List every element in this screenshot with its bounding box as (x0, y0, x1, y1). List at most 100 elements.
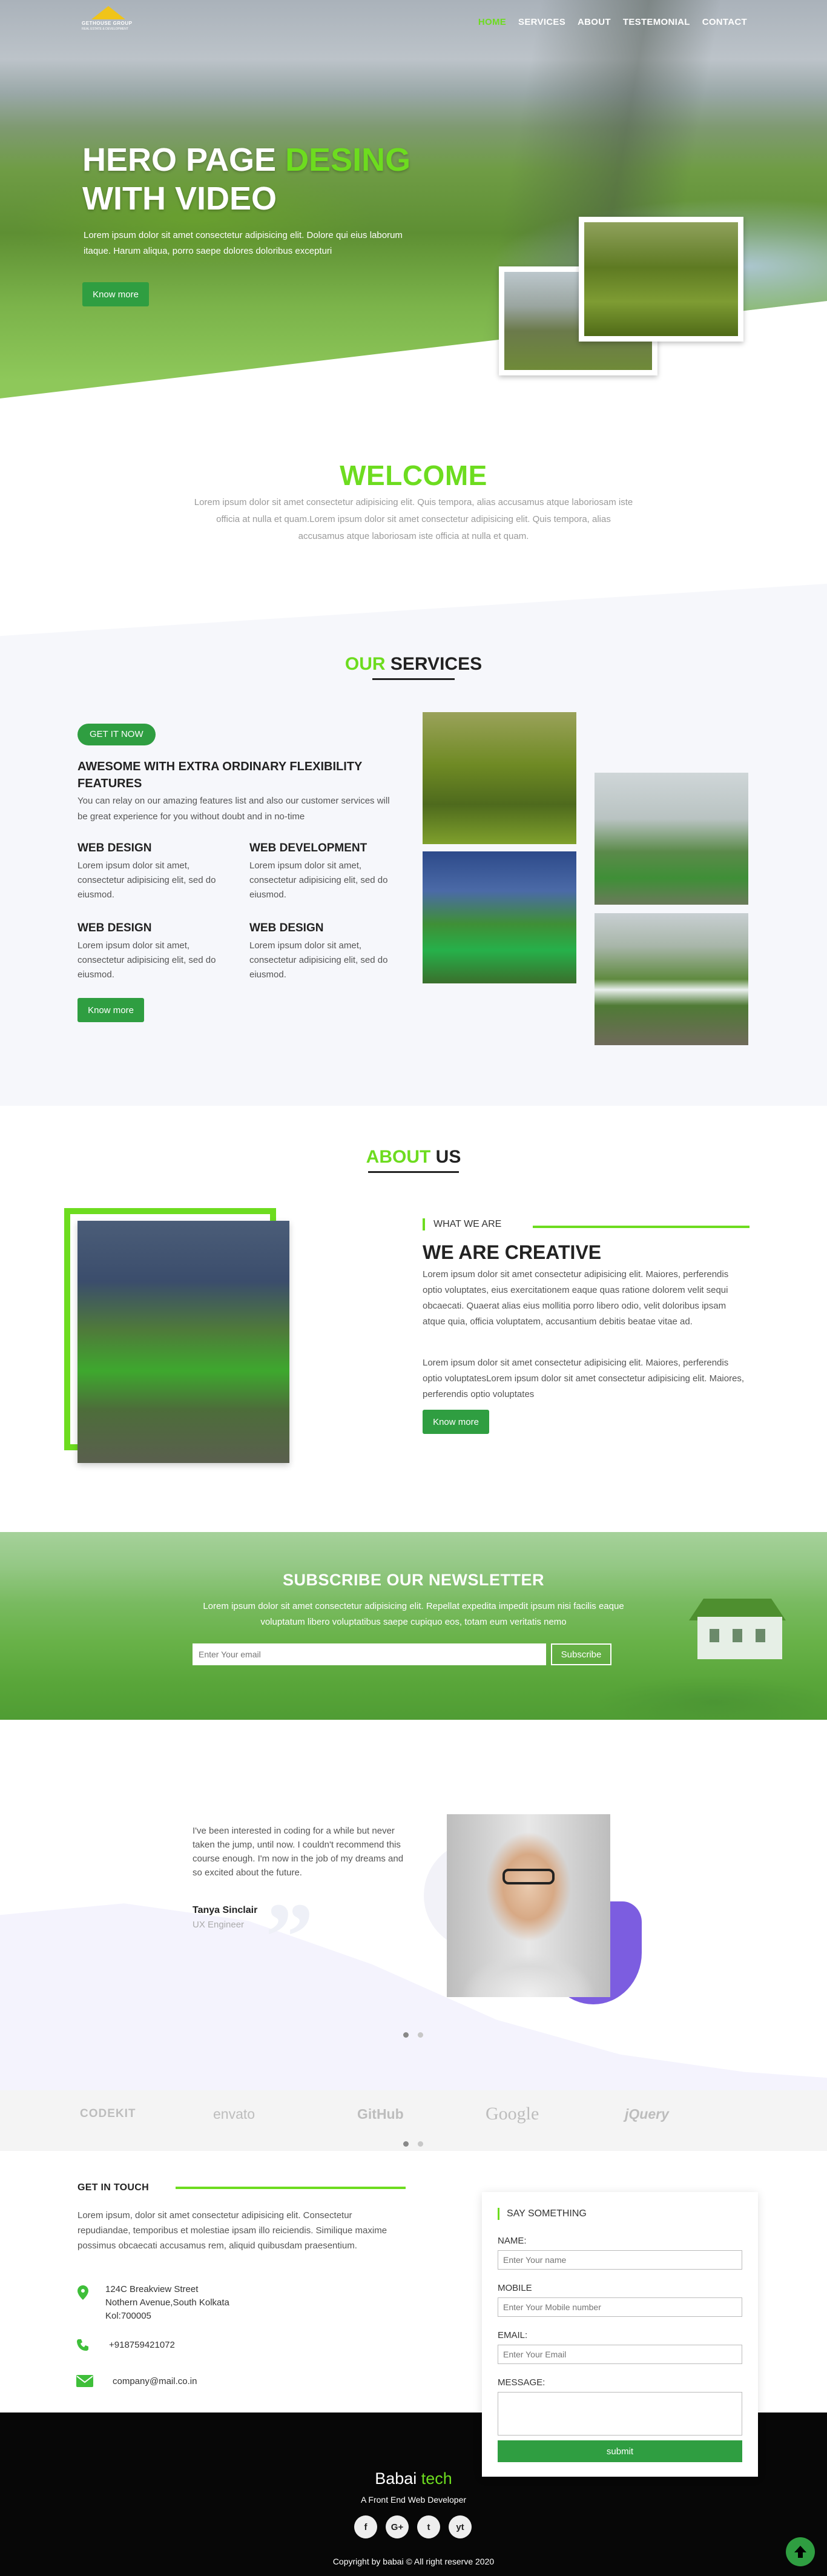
glasses-icon (502, 1869, 555, 1884)
service-item-text: Lorem ipsum dolor sit amet, consectetur … (249, 860, 388, 900)
brands-dot-2[interactable] (418, 2141, 423, 2147)
hero-title-highlight: DESING (285, 142, 411, 178)
service-item-text: Lorem ipsum dolor sit amet, consectetur … (77, 940, 216, 980)
services-photo-waterfall (595, 913, 748, 1045)
google-plus-icon[interactable]: G+ (386, 2515, 409, 2538)
brand-github: GitHub (357, 2106, 404, 2122)
social-links: f G+ t yt (354, 2515, 472, 2538)
logo-text: GETHOUSE GROUP (82, 21, 133, 26)
about-paragraph-2: Lorem ipsum dolor sit amet consectetur a… (423, 1358, 745, 1399)
get-it-now-badge[interactable]: GET IT NOW (77, 724, 156, 745)
services-photo-cliff-waterfall (423, 712, 576, 844)
twitter-icon[interactable]: t (417, 2515, 440, 2538)
house-window (756, 1629, 765, 1642)
form-heading: SAY SOMETHING (498, 2208, 587, 2220)
hero-know-more-button[interactable]: Know more (82, 282, 149, 306)
subscribe-button[interactable]: Subscribe (551, 1643, 611, 1665)
scroll-to-top-icon[interactable] (786, 2537, 815, 2566)
footer-brand: Babai tech (0, 2469, 827, 2488)
newsletter-title: SUBSCRIBE OUR NEWSLETTER (282, 1571, 545, 1589)
about-title-rest: US (430, 1147, 461, 1167)
contact-form-card: SAY SOMETHING NAME: MOBILE EMAIL: MESSAG… (482, 2192, 758, 2477)
mail-icon (76, 2375, 93, 2391)
brands-dot-1[interactable] (403, 2141, 409, 2147)
form-email-input[interactable] (498, 2345, 742, 2364)
services-intro: You can relay on our amazing features li… (77, 796, 390, 822)
service-item: WEB DEVELOPMENT Lorem ipsum dolor sit am… (249, 842, 407, 902)
hero-title-part1: HERO PAGE (82, 142, 286, 178)
testimonial-name: Tanya Sinclair (193, 1905, 258, 1915)
form-message-label: MESSAGE: (498, 2377, 545, 2388)
about-title: ABOUT US (0, 1147, 827, 1167)
newsletter-email-input[interactable] (193, 1643, 546, 1665)
nav-link-services[interactable]: SERVICES (518, 17, 565, 27)
brand-codekit: CODEKIT (80, 2107, 136, 2120)
about-heading: WE ARE CREATIVE (423, 1241, 601, 1264)
nav-link-testimonial[interactable]: TESTEMONIAL (623, 17, 690, 27)
brand-jquery: jQuery (625, 2106, 669, 2122)
testimonial-dot-2[interactable] (418, 2032, 423, 2038)
about-know-more-button[interactable]: Know more (423, 1410, 489, 1434)
form-submit-button[interactable]: submit (498, 2440, 742, 2462)
contact-address: 124C Breakview Street Nothern Avenue,Sou… (105, 2283, 229, 2323)
main-nav: HOME SERVICES ABOUT TESTEMONIAL CONTACT (478, 17, 747, 27)
nav-link-about[interactable]: ABOUT (578, 17, 611, 27)
brand-envato: envato (213, 2106, 255, 2122)
about-photo-waterfall-valley (77, 1221, 289, 1463)
about-label-line (533, 1226, 750, 1228)
contact-phone[interactable]: +918759421072 (109, 2339, 175, 2352)
services-photo-blue-valley (423, 851, 576, 983)
site-logo[interactable]: GETHOUSE GROUP REAL ESTATE & DEVELOPMENT (82, 6, 137, 33)
services-title-rest: SERVICES (385, 654, 483, 674)
nav-link-contact[interactable]: CONTACT (702, 17, 747, 27)
facebook-icon[interactable]: f (354, 2515, 377, 2538)
footer-brand-highlight: tech (421, 2469, 452, 2488)
nav-link-home[interactable]: HOME (478, 17, 506, 27)
map-pin-icon (77, 2285, 88, 2304)
services-title-highlight: OUR (344, 654, 386, 674)
welcome-text: Lorem ipsum dolor sit amet consectetur a… (194, 497, 633, 541)
about-heading-bold: CREATIVE (504, 1241, 602, 1263)
service-item-title: WEB DEVELOPMENT (249, 842, 367, 854)
service-item: WEB DESIGN Lorem ipsum dolor sit amet, c… (249, 922, 407, 982)
form-name-label: NAME: (498, 2236, 527, 2246)
address-line-2: Nothern Avenue,South Kolkata (105, 2297, 229, 2308)
testimonial-avatar-photo (447, 1814, 610, 1997)
newsletter-text: Lorem ipsum dolor sit amet consectetur a… (203, 1601, 624, 1627)
about-title-underline (368, 1171, 459, 1173)
contact-email[interactable]: company@mail.co.in (113, 2375, 197, 2388)
service-item: WEB DESIGN Lorem ipsum dolor sit amet, c… (77, 842, 235, 902)
service-item-text: Lorem ipsum dolor sit amet, consectetur … (77, 860, 216, 900)
testimonial-wave-background (0, 1903, 827, 2095)
hero-text: Lorem ipsum dolor sit amet consectetur a… (84, 230, 403, 256)
house-window (733, 1629, 742, 1642)
form-mobile-label: MOBILE (498, 2283, 532, 2293)
form-name-input[interactable] (498, 2250, 742, 2270)
services-heading: AWESOME WITH EXTRA ORDINARY FLEXIBILITY … (77, 760, 363, 790)
form-mobile-input[interactable] (498, 2297, 742, 2317)
about-label: WHAT WE ARE (423, 1218, 501, 1230)
quote-mark-icon: ” (265, 1883, 314, 1990)
form-message-input[interactable] (498, 2392, 742, 2436)
hero-title: HERO PAGE DESING WITH VIDEO (82, 140, 506, 218)
service-item-title: WEB DESIGN (77, 922, 152, 934)
contact-title-line (176, 2187, 406, 2189)
copyright-text: Copyright by babai © All right reserve 2… (332, 2557, 495, 2566)
service-item: WEB DESIGN Lorem ipsum dolor sit amet, c… (77, 922, 235, 982)
services-title-underline (372, 678, 455, 680)
welcome-title: WELCOME (340, 460, 487, 491)
form-email-label: EMAIL: (498, 2330, 528, 2340)
services-know-more-button[interactable]: Know more (77, 998, 144, 1022)
address-line-1: 124C Breakview Street (105, 2284, 199, 2294)
contact-text: Lorem ipsum, dolor sit amet consectetur … (77, 2210, 387, 2251)
footer-brand-plain: Babai (375, 2469, 421, 2488)
about-title-highlight: ABOUT (366, 1147, 431, 1167)
youtube-icon[interactable]: yt (449, 2515, 472, 2538)
logo-roof-icon (91, 6, 125, 19)
testimonial-dot-1[interactable] (403, 2032, 409, 2038)
hero-photo-waterfall (579, 217, 743, 342)
about-paragraph-1: Lorem ipsum dolor sit amet consectetur a… (423, 1269, 729, 1327)
service-item-title: WEB DESIGN (249, 922, 324, 934)
phone-icon (76, 2339, 90, 2356)
services-title: OUR SERVICES (0, 654, 827, 675)
